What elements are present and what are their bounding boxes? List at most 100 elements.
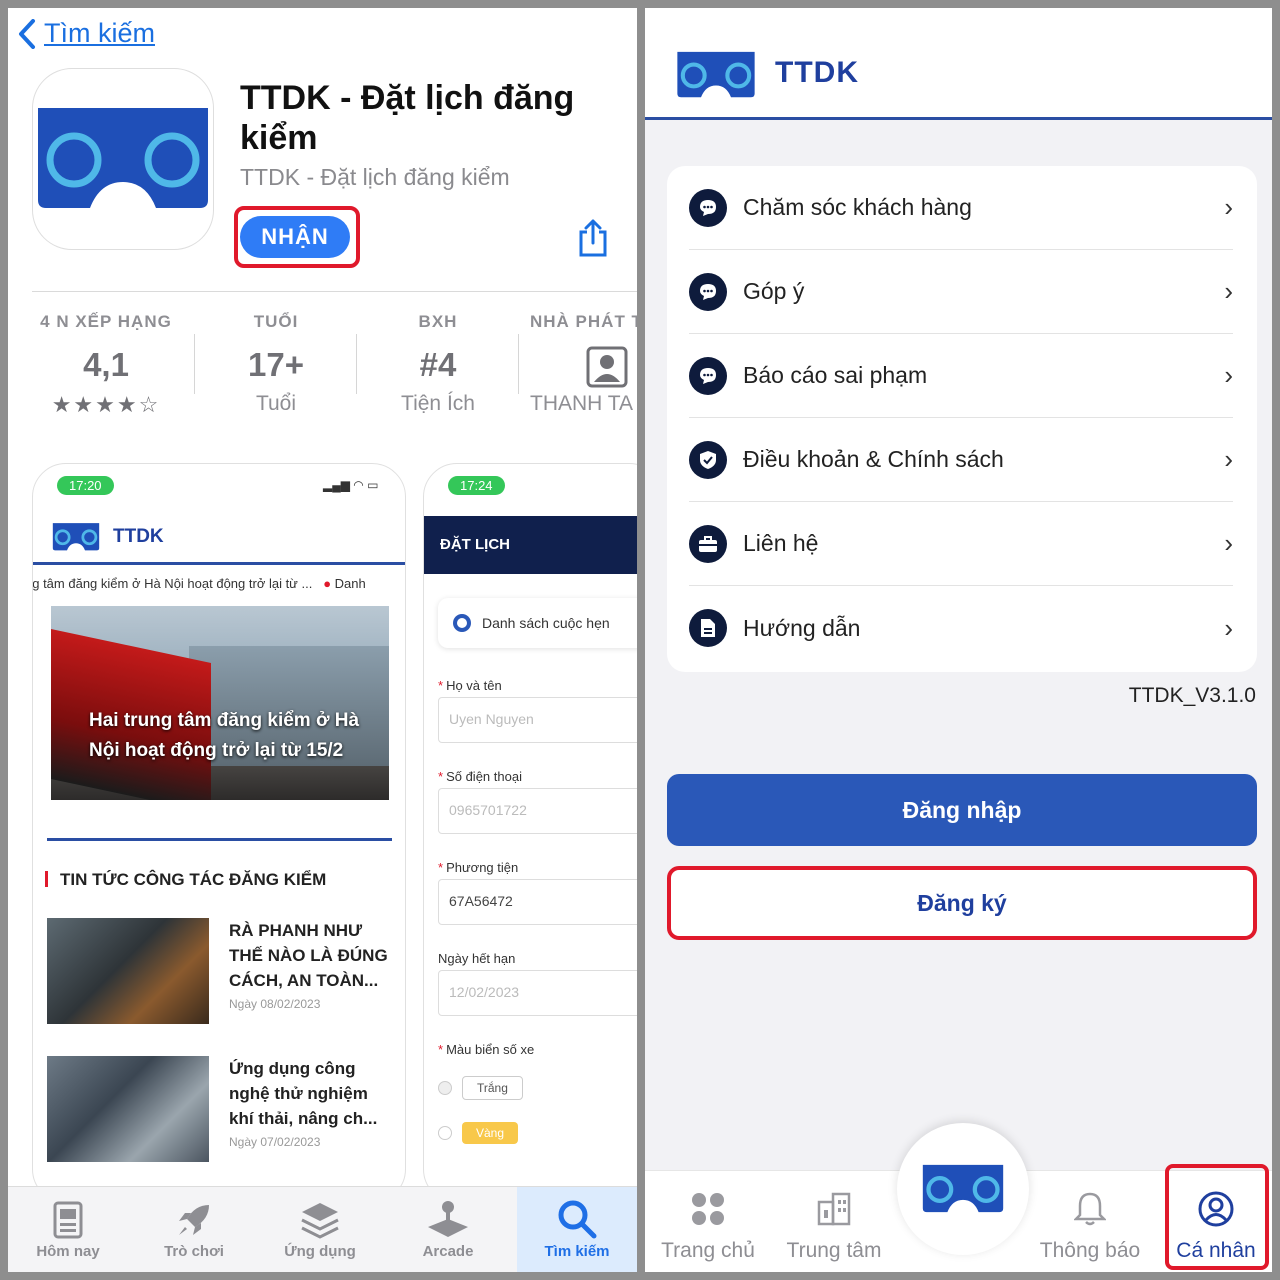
highlight-box <box>1165 1164 1269 1270</box>
ttdk-logo-icon <box>677 51 755 98</box>
stat-developer: NHÀ PHÁT T THANH TA <box>530 312 637 415</box>
app-icon <box>32 68 214 250</box>
tab-home[interactable]: Trang chủ <box>645 1187 771 1263</box>
menu-item-terms[interactable]: Điều khoản & Chính sách › <box>689 418 1233 502</box>
chat-icon <box>689 356 727 395</box>
apps-stack-icon <box>301 1203 339 1239</box>
mini-brand: TTDK <box>113 526 164 547</box>
vehicle-field[interactable]: 67A56472 <box>438 879 637 925</box>
chevron-right-icon: › <box>1224 192 1233 222</box>
app-store-panel: Tìm kiếm TTDK - Đặt lịch đăng kiểm TTDK … <box>8 8 637 1272</box>
tab-today[interactable]: Hôm nay <box>8 1187 128 1272</box>
joystick-icon <box>428 1201 468 1237</box>
menu-item-customer-care[interactable]: Chăm sóc khách hàng › <box>689 166 1233 250</box>
share-icon[interactable] <box>576 218 610 263</box>
plate-option-yellow[interactable]: Vàng <box>438 1122 519 1144</box>
menu-item-guide[interactable]: Hướng dẫn › <box>689 586 1233 670</box>
plate-option-white[interactable]: Trắng <box>438 1076 523 1100</box>
mini-header: TTDK <box>51 522 164 552</box>
shield-icon <box>689 440 727 479</box>
tab-apps[interactable]: Ứng dụng <box>260 1187 380 1272</box>
clock-icon <box>453 614 471 632</box>
menu-item-report-violation[interactable]: Báo cáo sai phạm › <box>689 334 1233 418</box>
ttdk-logo-icon <box>52 523 100 551</box>
app-screenshot-booking[interactable]: 17:24 ĐẶT LỊCH Danh sách cuộc hẹn * Họ và… <box>423 463 637 1203</box>
section-title: TIN TỨC CÔNG TÁC ĐĂNG KIỂM <box>45 870 326 890</box>
tab-games[interactable]: Trò chơi <box>134 1187 254 1272</box>
expiry-date-field[interactable]: 12/02/2023 <box>438 970 637 1016</box>
chat-icon <box>689 272 727 311</box>
grid-icon <box>692 1193 724 1225</box>
brand-title: TTDK <box>775 56 859 89</box>
divider <box>33 562 405 565</box>
app-header: TTDK <box>645 8 1272 120</box>
news-hero-image[interactable]: Hai trung tâm đăng kiểm ở Hà Nội hoạt độ… <box>51 606 389 800</box>
field-label: * Họ và tên <box>438 678 502 693</box>
chevron-right-icon: › <box>1224 612 1233 643</box>
field-label: * Số điện thoại <box>438 769 522 784</box>
stat-age: TUỔI 17+ Tuổi <box>248 312 304 415</box>
developer-icon <box>586 346 628 388</box>
tab-arcade[interactable]: Arcade <box>388 1187 508 1272</box>
news-ticker: ng tâm đăng kiểm ở Hà Nội hoạt động trở … <box>32 576 366 591</box>
chat-icon <box>689 188 727 227</box>
version-label: TTDK_V3.1.0 <box>1128 684 1256 707</box>
menu-item-feedback[interactable]: Góp ý › <box>689 250 1233 334</box>
divider <box>194 334 195 394</box>
chevron-right-icon: › <box>1224 276 1233 306</box>
tab-notifications[interactable]: Thông báo <box>1027 1187 1153 1263</box>
building-icon <box>817 1192 851 1226</box>
menu-item-contact[interactable]: Liên hệ › <box>689 502 1233 586</box>
ttdk-profile-panel: TTDK Chăm sóc khách hàng › Góp ý › Báo c… <box>645 8 1272 1272</box>
divider <box>356 334 357 394</box>
chevron-left-icon <box>19 18 35 49</box>
center-home-button[interactable] <box>897 1123 1029 1255</box>
document-icon <box>689 609 727 647</box>
news-thumbnail <box>47 918 209 1024</box>
field-label: * Phương tiện <box>438 860 519 875</box>
divider <box>518 334 519 394</box>
phone-field[interactable]: 0965701722 <box>438 788 637 834</box>
search-icon <box>558 1200 597 1239</box>
today-icon <box>53 1201 83 1239</box>
menu-card: Chăm sóc khách hàng › Góp ý › Báo cáo sa… <box>667 166 1257 672</box>
stat-chart: BXH #4 Tiện Ích <box>401 312 475 415</box>
status-time: 17:20 <box>57 476 114 495</box>
highlight-box <box>234 206 360 268</box>
rocket-icon <box>179 1205 209 1235</box>
news-thumbnail <box>47 1056 209 1162</box>
app-title: TTDK - Đặt lịch đăng kiểm <box>240 79 575 157</box>
news-item[interactable]: Ứng dụng công nghệ thử nghiệm khí thải, … <box>47 1056 389 1162</box>
ttdk-logo-icon <box>38 108 208 208</box>
news-item[interactable]: RÀ PHANH NHƯ THẾ NÀO LÀ ĐÚNG CÁCH, AN TO… <box>47 918 389 1024</box>
appointment-list-button[interactable]: Danh sách cuộc hẹn <box>438 598 637 648</box>
booking-header: ĐẶT LỊCH <box>424 516 637 574</box>
chevron-right-icon: › <box>1224 528 1233 558</box>
bell-icon <box>1074 1192 1106 1226</box>
status-icons: ▂▄▆ ◠ ▭ <box>323 478 379 492</box>
back-link[interactable]: Tìm kiếm <box>18 18 155 49</box>
stat-ratings: 4 N XẾP HẠNG 4,1 ★★★★☆ <box>26 312 186 418</box>
app-subtitle: TTDK - Đặt lịch đăng kiểm <box>240 164 510 190</box>
chevron-right-icon: › <box>1224 444 1233 474</box>
field-label: Ngày hết hạn <box>438 951 516 966</box>
briefcase-icon <box>689 524 727 563</box>
app-screenshot-home[interactable]: 17:20 ▂▄▆ ◠ ▭ TTDK ng tâm đăng kiểm ở Hà… <box>32 463 406 1203</box>
back-label: Tìm kiếm <box>44 18 155 48</box>
divider <box>47 838 392 841</box>
status-time: 17:24 <box>448 476 505 495</box>
chevron-right-icon: › <box>1224 360 1233 390</box>
radio-icon <box>438 1126 452 1140</box>
login-button[interactable]: Đăng nhập <box>667 774 1257 846</box>
tab-bar: Hôm nay Trò chơi Ứng dụng Arcade Tìm kiế… <box>8 1186 637 1272</box>
star-rating: ★★★★☆ <box>51 392 161 417</box>
news-headline: Hai trung tâm đăng kiểm ở Hà Nội hoạt độ… <box>89 710 360 761</box>
tab-search[interactable]: Tìm kiếm <box>517 1187 637 1272</box>
register-button[interactable]: Đăng ký <box>667 866 1257 940</box>
tab-center[interactable]: Trung tâm <box>771 1187 897 1263</box>
ttdk-logo-icon <box>922 1164 1004 1213</box>
radio-icon <box>438 1081 452 1095</box>
name-field[interactable]: Uyen Nguyen <box>438 697 637 743</box>
field-label: * Màu biển số xe <box>438 1042 535 1057</box>
divider <box>32 291 637 292</box>
